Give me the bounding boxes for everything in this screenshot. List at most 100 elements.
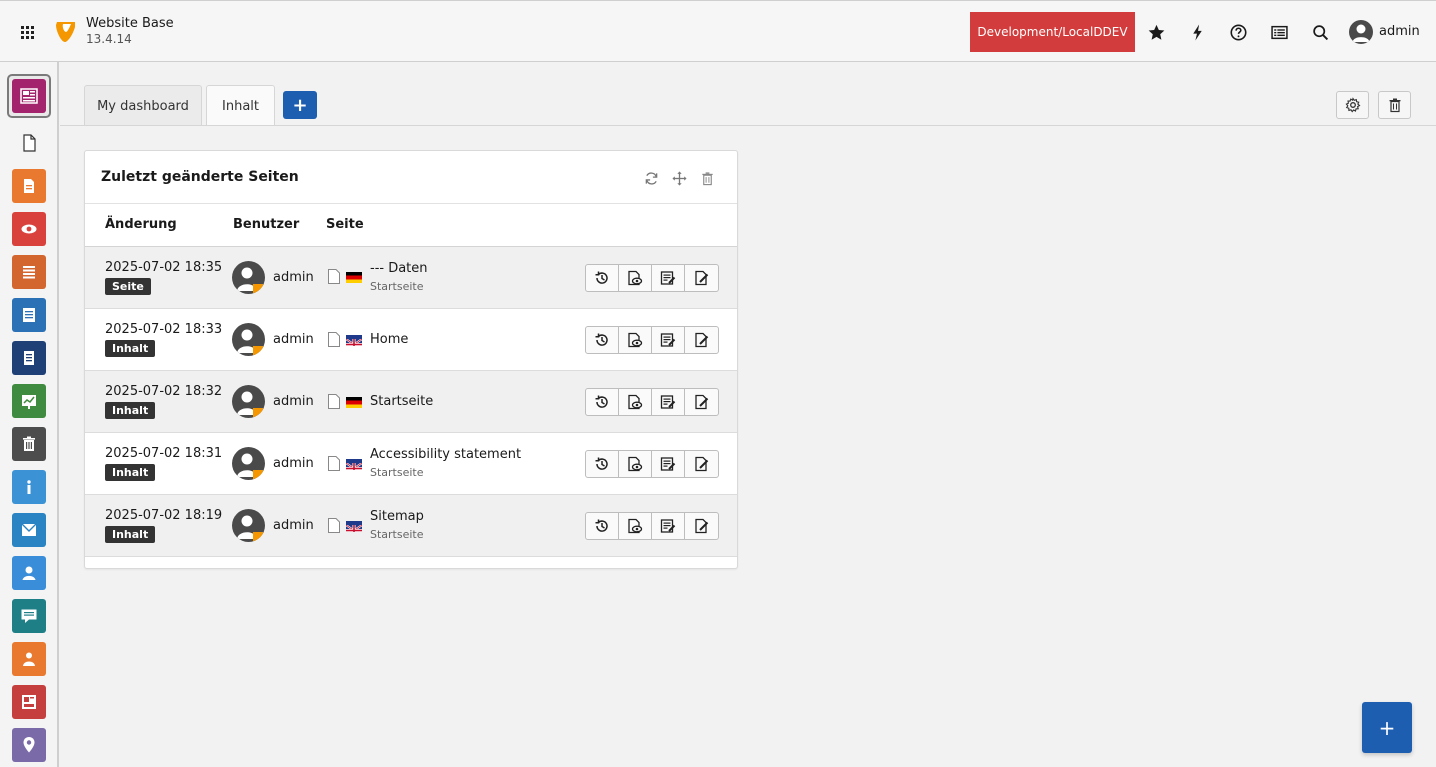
page-icon — [328, 332, 340, 347]
tab-my-dashboard[interactable]: My dashboard — [84, 85, 202, 126]
list-icon[interactable] — [1267, 20, 1291, 44]
row-action-buttons — [585, 326, 719, 354]
edit-content-button[interactable] — [685, 451, 718, 477]
page-title-link[interactable]: Accessibility statement — [370, 447, 521, 462]
change-date: 2025-07-02 18:19 — [105, 508, 223, 523]
edit-list-icon — [660, 395, 676, 409]
table-row: 2025-07-02 18:31 Inhalt admin Accessibil… — [85, 433, 737, 495]
backend-users-module-icon[interactable] — [12, 642, 46, 676]
history-icon — [595, 271, 608, 284]
edit-content-button[interactable] — [685, 265, 718, 291]
mail-module-icon[interactable] — [12, 513, 46, 547]
dashboard-module-icon[interactable] — [12, 79, 46, 113]
add-widget-button[interactable]: + — [1362, 702, 1412, 753]
history-button[interactable] — [586, 389, 619, 415]
page-icon — [328, 394, 340, 409]
change-type-badge: Seite — [105, 278, 151, 295]
user-module-icon[interactable] — [12, 556, 46, 590]
user-name: admin — [273, 518, 314, 533]
page-title-link[interactable]: Home — [370, 332, 408, 347]
tabs-divider — [60, 125, 1436, 126]
add-dashboard-button[interactable]: + — [283, 91, 317, 119]
module-sidebar — [0, 62, 59, 767]
site-version: 13.4.14 — [86, 32, 132, 46]
user-avatar-icon — [232, 447, 265, 480]
history-button[interactable] — [586, 513, 619, 539]
refresh-icon[interactable] — [642, 169, 660, 187]
news-module-icon[interactable] — [12, 341, 46, 375]
help-icon[interactable] — [1226, 20, 1250, 44]
widget-trash-icon[interactable] — [698, 169, 716, 187]
row-action-buttons — [585, 264, 719, 292]
move-icon[interactable] — [670, 169, 688, 187]
flag-uk-icon — [346, 521, 362, 532]
page-title-link[interactable]: Startseite — [370, 394, 433, 409]
top-bar: Website Base 13.4.14 Development/LocalDD… — [0, 0, 1436, 62]
change-type-badge: Inhalt — [105, 402, 156, 419]
page-title-link[interactable]: --- Daten — [370, 261, 428, 276]
typo3-logo[interactable] — [55, 19, 77, 43]
preview-button[interactable] — [619, 389, 652, 415]
change-date: 2025-07-02 18:33 — [105, 322, 223, 337]
reports-module-icon[interactable] — [12, 384, 46, 418]
web-page-module-icon[interactable] — [12, 169, 46, 203]
forms-module-icon[interactable] — [12, 298, 46, 332]
apps-grid-icon[interactable] — [14, 19, 42, 47]
user-avatar-icon — [232, 261, 265, 294]
info-module-icon[interactable] — [12, 470, 46, 504]
history-icon — [595, 457, 608, 470]
table-row: 2025-07-02 18:35 Seite admin --- Daten S… — [85, 247, 737, 309]
tab-inhalt[interactable]: Inhalt — [206, 85, 275, 126]
edit-content-button[interactable] — [685, 513, 718, 539]
edit-page-icon — [694, 456, 708, 472]
column-header-change: Änderung — [105, 217, 177, 232]
edit-content-button[interactable] — [685, 327, 718, 353]
edit-page-properties-button[interactable] — [652, 265, 685, 291]
edit-page-properties-button[interactable] — [652, 389, 685, 415]
edit-content-button[interactable] — [685, 389, 718, 415]
user-name[interactable]: admin — [1379, 24, 1420, 39]
preview-button[interactable] — [619, 265, 652, 291]
edit-page-properties-button[interactable] — [652, 451, 685, 477]
delete-dashboard-button[interactable] — [1378, 91, 1411, 119]
edit-list-icon — [660, 333, 676, 347]
environment-badge[interactable]: Development/LocalDDEV — [970, 12, 1135, 52]
comments-module-icon[interactable] — [12, 599, 46, 633]
templates-module-icon[interactable] — [12, 685, 46, 719]
edit-page-icon — [694, 270, 708, 286]
edit-page-properties-button[interactable] — [652, 513, 685, 539]
edit-page-properties-button[interactable] — [652, 327, 685, 353]
edit-list-icon — [660, 457, 676, 471]
history-icon — [595, 519, 608, 532]
page-module-icon[interactable] — [12, 126, 46, 160]
list-module-icon[interactable] — [12, 255, 46, 289]
flash-icon[interactable] — [1185, 20, 1209, 44]
widget-header-divider — [85, 203, 737, 204]
recycler-module-icon[interactable] — [12, 427, 46, 461]
page-icon — [328, 518, 340, 533]
preview-button[interactable] — [619, 327, 652, 353]
dashboard-settings-button[interactable] — [1336, 91, 1369, 119]
flag-de-icon — [346, 397, 362, 408]
column-header-page: Seite — [326, 217, 364, 232]
change-type-badge: Inhalt — [105, 526, 156, 543]
history-button[interactable] — [586, 451, 619, 477]
edit-page-icon — [694, 518, 708, 534]
page-icon — [328, 456, 340, 471]
location-module-icon[interactable] — [12, 728, 46, 762]
user-avatar-icon[interactable] — [1349, 20, 1373, 44]
view-module-icon[interactable] — [12, 212, 46, 246]
page-title-link[interactable]: Sitemap — [370, 509, 424, 524]
user-name: admin — [273, 332, 314, 347]
flag-uk-icon — [346, 459, 362, 470]
table-row: 2025-07-02 18:32 Inhalt admin Startseite — [85, 371, 737, 433]
change-type-badge: Inhalt — [105, 340, 156, 357]
history-button[interactable] — [586, 265, 619, 291]
preview-button[interactable] — [619, 451, 652, 477]
edit-list-icon — [660, 519, 676, 533]
user-avatar-icon — [232, 385, 265, 418]
history-button[interactable] — [586, 327, 619, 353]
search-icon[interactable] — [1308, 20, 1332, 44]
preview-button[interactable] — [619, 513, 652, 539]
star-icon[interactable] — [1144, 20, 1168, 44]
